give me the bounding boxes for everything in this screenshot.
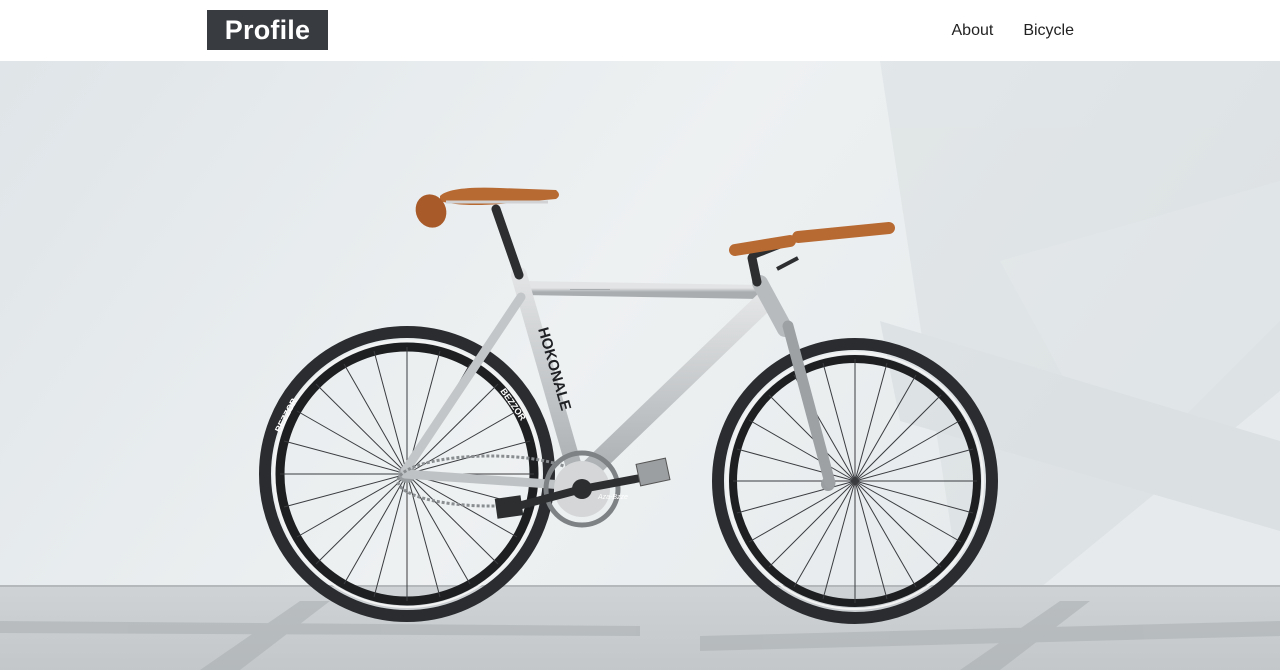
nav-link-bicycle[interactable]: Bicycle (1023, 20, 1074, 42)
hero-image: BEZZOR BEZZOR HOKONALE ———————— Aza-Bzze (0, 61, 1280, 670)
site-logo[interactable]: Profile (207, 10, 328, 50)
front-wheel (712, 338, 998, 624)
crank-lettering: Aza-Bzze (597, 494, 628, 501)
bicycle-photo: BEZZOR BEZZOR HOKONALE ———————— Aza-Bzze (0, 61, 1280, 670)
site-header: Profile About Bicycle (0, 0, 1280, 61)
nav-link-about[interactable]: About (952, 20, 994, 42)
svg-text:————————: ———————— (570, 287, 610, 293)
main-nav: About Bicycle (952, 20, 1075, 42)
